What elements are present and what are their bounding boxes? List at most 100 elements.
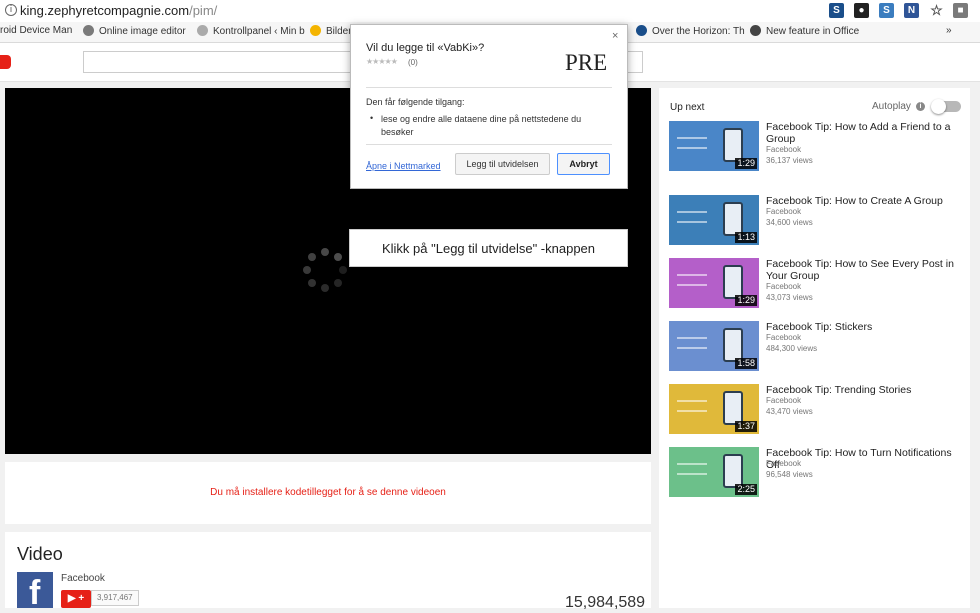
open-in-store-link[interactable]: Åpne i Nettmarked xyxy=(366,161,441,171)
video-views: 96,548 views xyxy=(766,470,813,479)
bookmark-label: roid Device Man xyxy=(0,25,73,36)
close-icon[interactable]: × xyxy=(612,30,618,42)
bookmark-item[interactable]: Kontrollpanel ‹ Min b xyxy=(197,25,305,37)
spinner-dot xyxy=(303,266,311,274)
bookmark-label: Over the Horizon: Th xyxy=(652,26,745,37)
video-channel: Facebook xyxy=(766,282,802,291)
cancel-button[interactable]: Avbryt xyxy=(557,153,610,175)
duration-badge: 1:58 xyxy=(735,358,757,369)
add-extension-button[interactable]: Legg til utvidelsen xyxy=(455,153,550,175)
rating-count: (0) xyxy=(408,58,418,67)
up-next-item[interactable]: 1:29 Facebook Tip: How to See Every Post … xyxy=(669,258,965,310)
info-icon[interactable]: i xyxy=(916,102,925,111)
video-title-link[interactable]: Facebook Tip: Trending Stories xyxy=(766,384,964,396)
install-extension-dialog: Vil du legge til «VabKi»? × ★★★★★ (0) PR… xyxy=(350,24,628,189)
instruction-callout: Klikk på "Legg til utvidelse" -knappen xyxy=(349,229,628,267)
dialog-title: Vil du legge til «VabKi»? xyxy=(366,42,485,54)
globe-icon xyxy=(83,25,94,36)
spinner-dot xyxy=(321,248,329,256)
video-title-link[interactable]: Facebook Tip: How to Create A Group xyxy=(766,195,964,207)
phone-illustration-icon xyxy=(723,454,743,488)
video-thumbnail[interactable]: 1:37 xyxy=(669,384,759,434)
video-thumbnail[interactable]: 1:58 xyxy=(669,321,759,371)
bookmark-item[interactable]: Over the Horizon: Th xyxy=(636,25,745,37)
video-channel: Facebook xyxy=(766,207,802,216)
site-logo[interactable] xyxy=(0,55,11,69)
duration-badge: 2:25 xyxy=(735,484,757,495)
drive-icon xyxy=(310,25,321,36)
video-title-link[interactable]: Facebook Tip: How to See Every Post in Y… xyxy=(766,258,964,282)
video-title: Video xyxy=(17,544,63,564)
subscribe-button[interactable]: ▶ + xyxy=(61,590,91,608)
up-next-item[interactable]: 1:37 Facebook Tip: Trending Stories Facebo… xyxy=(669,384,965,436)
video-views: 43,470 views xyxy=(766,407,813,416)
video-views: 34,600 views xyxy=(766,218,813,227)
bookmark-item[interactable]: Bilder xyxy=(310,25,352,37)
spinner-dot xyxy=(333,253,342,262)
channel-name[interactable]: Facebook xyxy=(61,573,105,584)
up-next-label: Up next xyxy=(670,102,705,113)
document-icon xyxy=(197,25,208,36)
phone-illustration-icon xyxy=(723,265,743,299)
duration-badge: 1:13 xyxy=(735,232,757,243)
video-title-link[interactable]: Facebook Tip: How to Add a Friend to a G… xyxy=(766,121,964,145)
video-thumbnail[interactable]: 1:29 xyxy=(669,258,759,308)
thumbnail-text-lines xyxy=(677,274,707,286)
s-extension-icon[interactable]: S xyxy=(829,3,844,18)
phone-illustration-icon xyxy=(723,391,743,425)
bookmark-item[interactable]: roid Device Man xyxy=(0,25,72,36)
autoplay-label: Autoplay xyxy=(872,101,911,112)
facebook-logo-icon[interactable]: f xyxy=(17,572,53,612)
thumbnail-text-lines xyxy=(677,463,707,475)
up-next-item[interactable]: 1:58 Facebook Tip: Stickers Facebook 484,30… xyxy=(669,321,965,373)
up-next-item[interactable]: 1:13 Facebook Tip: How to Create A Group F… xyxy=(669,195,965,247)
spinner-dot xyxy=(308,278,317,287)
tn-icon xyxy=(750,25,761,36)
thumbnail-text-lines xyxy=(677,400,707,412)
video-views: 43,073 views xyxy=(766,293,813,302)
phone-illustration-icon xyxy=(723,202,743,236)
autoplay-toggle[interactable] xyxy=(931,99,961,114)
extension-logo: PRE xyxy=(565,50,608,75)
url-text[interactable]: king.zephyretcompagnie.com/pim/ xyxy=(20,3,217,18)
toggle-knob xyxy=(931,99,946,114)
phone-illustration-icon xyxy=(723,328,743,362)
video-views: 36,137 views xyxy=(766,156,813,165)
video-info: Video f Facebook ▶ + 3,917,467 15,984,58… xyxy=(5,532,651,612)
url-path: /pim/ xyxy=(189,3,218,18)
video-thumbnail[interactable]: 1:13 xyxy=(669,195,759,245)
up-next-item[interactable]: 2:25 Facebook Tip: How to Turn Notificati… xyxy=(669,447,965,499)
divider xyxy=(366,144,612,145)
subscriber-count: 3,917,467 xyxy=(91,590,139,606)
divider xyxy=(366,87,612,88)
access-heading: Den får følgende tilgang: xyxy=(366,97,465,107)
video-thumbnail[interactable]: 2:25 xyxy=(669,447,759,497)
spinner-dot xyxy=(308,253,317,262)
video-title-link[interactable]: Facebook Tip: Stickers xyxy=(766,321,964,333)
n-extension-icon[interactable]: N xyxy=(904,3,919,18)
video-thumbnail[interactable]: 1:29 xyxy=(669,121,759,171)
bookmark-item[interactable]: New feature in Office xyxy=(750,25,859,37)
s-outline-extension-icon[interactable]: S xyxy=(879,3,894,18)
info-icon[interactable]: i xyxy=(5,4,17,16)
circle-extension-icon[interactable]: ● xyxy=(854,3,869,18)
plugin-message: Du må installere kodetillegget for å se … xyxy=(210,487,446,498)
video-views: 484,300 views xyxy=(766,344,818,353)
menu-extension-icon[interactable]: ■ xyxy=(953,3,968,18)
plugin-panel: Du må installere kodetillegget for å se … xyxy=(5,462,651,524)
spinner-dot xyxy=(339,266,347,274)
thumbnail-text-lines xyxy=(677,137,707,149)
video-channel: Facebook xyxy=(766,145,802,154)
bookmark-item[interactable]: » xyxy=(946,25,952,36)
view-count: 15,984,589 xyxy=(565,594,646,611)
video-channel: Facebook xyxy=(766,459,802,468)
bullet-icon: • xyxy=(370,113,374,123)
star-icon[interactable]: ☆ xyxy=(929,3,944,18)
bookmark-item[interactable]: Online image editor xyxy=(83,25,186,37)
permission-text: lese og endre alle dataene dine på netts… xyxy=(381,114,582,137)
bookmark-label: Kontrollpanel ‹ Min b xyxy=(213,26,305,37)
bookmark-label: Bilder xyxy=(326,26,352,37)
up-next-item[interactable]: 1:29 Facebook Tip: How to Add a Friend to… xyxy=(669,121,965,173)
duration-badge: 1:29 xyxy=(735,158,757,169)
address-bar[interactable]: i king.zephyretcompagnie.com/pim/ S ● S N ☆ ■ xyxy=(0,0,980,22)
